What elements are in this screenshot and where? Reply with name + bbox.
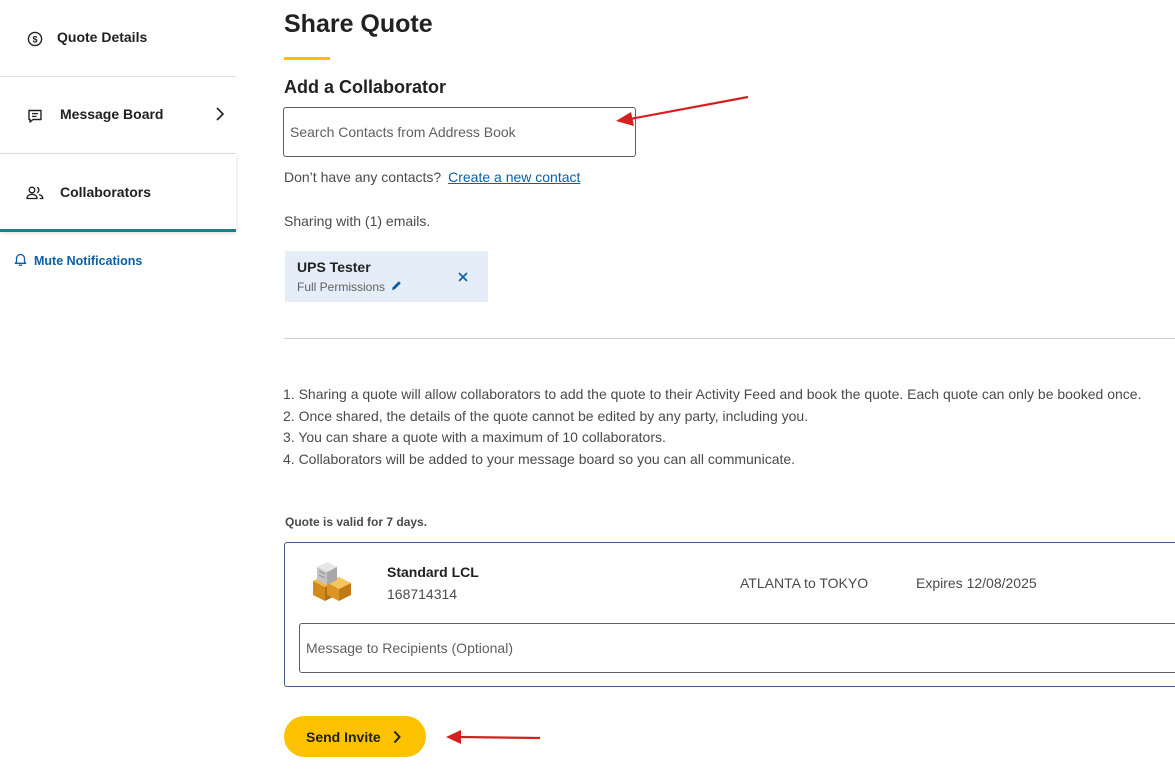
page-title: Share Quote	[284, 10, 433, 38]
divider	[284, 338, 1175, 339]
chevron-right-icon	[392, 730, 402, 744]
create-contact-link[interactable]: Create a new contact	[448, 169, 580, 185]
users-icon	[26, 184, 44, 202]
dollar-circle-icon: $	[26, 30, 44, 48]
list-item: 1. Sharing a quote will allow collaborat…	[283, 386, 1142, 402]
list-item: 3. You can share a quote with a maximum …	[283, 429, 666, 446]
send-invite-label: Send Invite	[306, 728, 381, 745]
quote-service: Standard LCL	[387, 564, 479, 580]
quote-number: 168714314	[387, 586, 458, 602]
sidebar-item-label: Collaborators	[60, 184, 152, 200]
chevron-right-icon	[214, 106, 226, 122]
svg-text:$: $	[32, 34, 37, 44]
remove-collaborator-button[interactable]	[455, 269, 471, 285]
message-icon	[26, 107, 44, 125]
sharing-count-text: Sharing with (1) emails.	[284, 213, 431, 229]
sidebar-item-label: Message Board	[60, 106, 164, 122]
bell-icon	[14, 252, 27, 269]
permissions-label: Full Permissions	[297, 280, 386, 294]
sidebar-item-collaborators[interactable]: Collaborators	[0, 154, 236, 232]
collaborator-chip: UPS Tester Full Permissions	[285, 251, 488, 302]
no-contacts-label: Don’t have any contacts?	[284, 169, 442, 185]
annotation-arrow-send	[446, 730, 541, 744]
contact-search-input[interactable]	[283, 107, 636, 157]
list-item: 2. Once shared, the details of the quote…	[283, 407, 809, 424]
sidebar-item-label: Quote Details	[57, 29, 148, 45]
collaborator-name: UPS Tester	[297, 259, 371, 275]
sidebar: $ Quote Details Message Board Collaborat…	[0, 0, 236, 268]
mute-notifications-link[interactable]: Mute Notifications	[14, 252, 142, 269]
sharing-notes: 1. Sharing a quote will allow collaborat…	[283, 384, 1141, 471]
section-title: Add a Collaborator	[284, 77, 447, 97]
pencil-icon	[391, 280, 402, 294]
collaborator-permissions[interactable]: Full Permissions	[297, 280, 402, 294]
send-invite-button[interactable]: Send Invite	[284, 716, 426, 757]
sidebar-item-quote-details[interactable]: $ Quote Details	[0, 0, 236, 77]
no-contacts-text: Don’t have any contacts? Create a new co…	[284, 169, 580, 185]
quote-route: ATLANTA to TOKYO	[740, 575, 869, 591]
quote-card: Standard LCL 168714314 ATLANTA to TOKYO …	[284, 542, 1175, 687]
quote-expiration: Expires 12/08/2025	[916, 575, 1037, 591]
mute-notifications-label: Mute Notifications	[34, 253, 143, 268]
sidebar-item-message-board[interactable]: Message Board	[0, 77, 236, 154]
list-item: 4. Collaborators will be added to your m…	[283, 451, 796, 468]
close-icon	[458, 272, 468, 282]
packages-icon	[307, 555, 353, 605]
title-underline	[284, 57, 330, 60]
quote-validity-text: Quote is valid for 7 days.	[285, 515, 428, 529]
message-to-recipients-input[interactable]	[299, 623, 1175, 673]
